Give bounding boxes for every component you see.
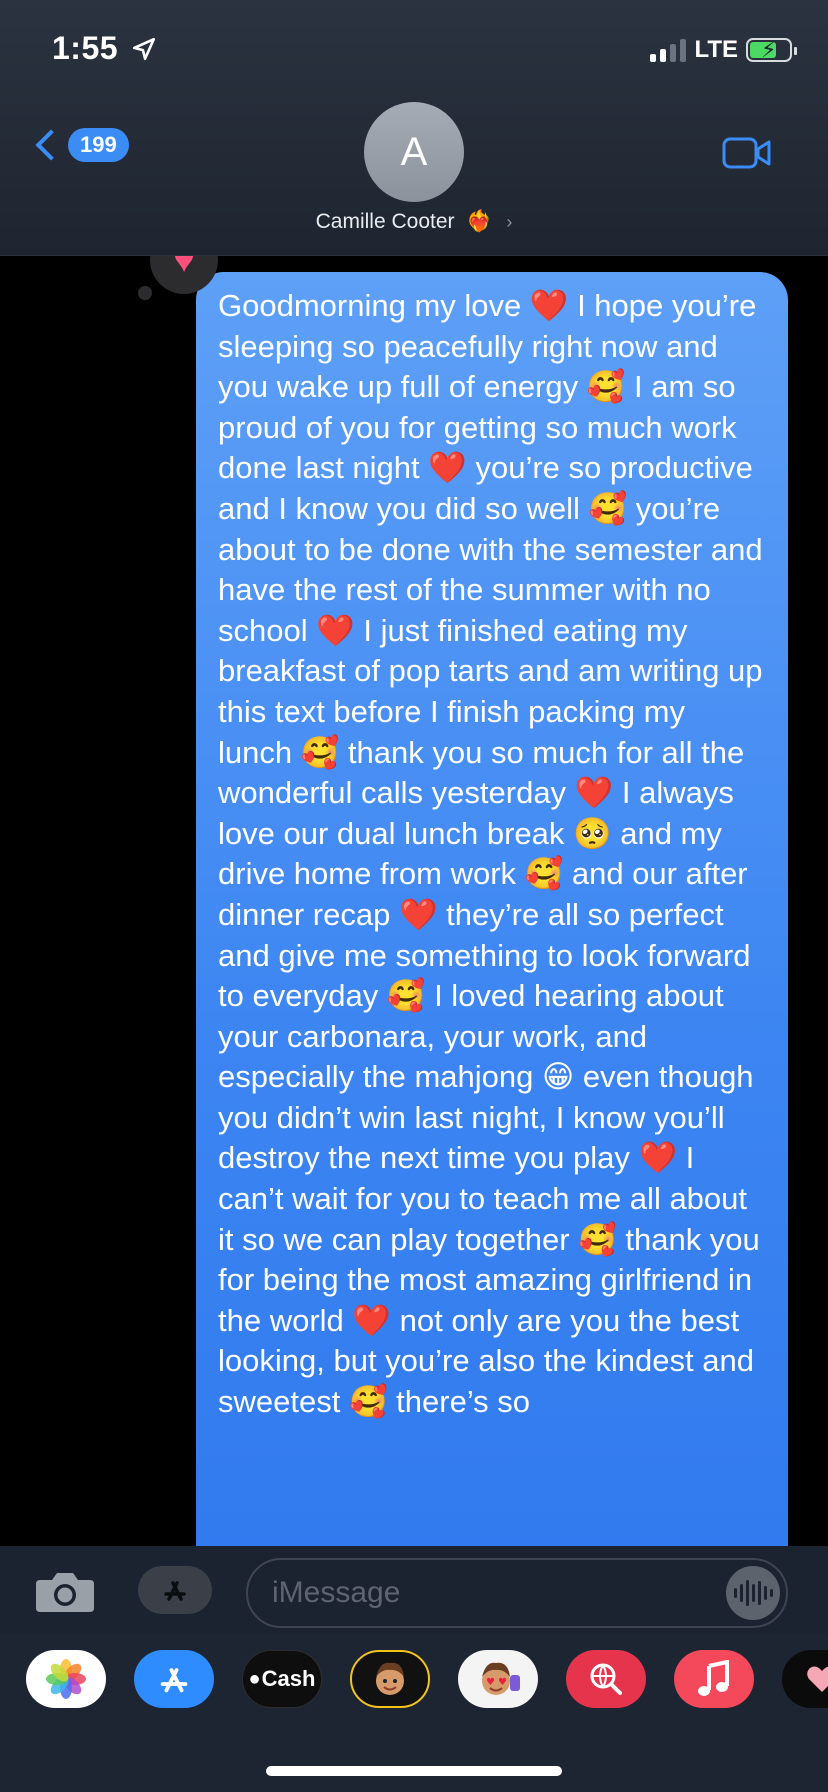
imessage-app-drawer: ● Cash ♥ ♥	[0, 1634, 828, 1792]
heart-on-fire-emoji: ❤️‍🔥	[466, 210, 493, 233]
app-store-app-button[interactable]	[134, 1650, 214, 1708]
contact-avatar[interactable]: A	[364, 102, 464, 202]
app-store-icon	[164, 1581, 186, 1601]
memoji-face-icon	[376, 1662, 404, 1695]
memoji-stickers-app-button[interactable]: ♥ ♥	[458, 1650, 538, 1708]
app-store-icon	[160, 1668, 188, 1693]
avatar-initial: A	[400, 129, 428, 174]
apple-cash-app-button[interactable]: ● Cash	[242, 1650, 322, 1708]
message-input-bar	[0, 1546, 828, 1634]
conversation-header: 1:55 LTE ⚡ 199 A Camille Cooter ❤️‍🔥 ›	[0, 0, 828, 256]
apps-button[interactable]	[138, 1566, 212, 1614]
heart-icon: ♥	[173, 256, 195, 280]
photos-flower-icon	[46, 1659, 86, 1699]
photos-app-button[interactable]	[26, 1650, 106, 1708]
heart-sticker-icon	[807, 1666, 828, 1692]
home-indicator[interactable]	[266, 1766, 562, 1776]
image-search-app-button[interactable]	[566, 1650, 646, 1708]
chevron-left-icon	[35, 129, 67, 161]
cash-label: Cash	[261, 1666, 316, 1691]
memoji-app-button[interactable]	[350, 1650, 430, 1708]
globe-search-icon	[590, 1663, 622, 1695]
charging-bolt-icon: ⚡	[761, 37, 777, 62]
status-time: 1:55	[52, 30, 157, 67]
tapback-tail	[138, 286, 152, 300]
video-camera-icon[interactable]	[722, 136, 772, 170]
sent-message-bubble[interactable]: Goodmorning my love ❤️ I hope you’re sle…	[196, 272, 788, 1546]
camera-icon[interactable]	[34, 1568, 96, 1614]
location-arrow-icon	[133, 37, 156, 61]
svg-text:♥: ♥	[486, 1677, 495, 1688]
svg-text:♥: ♥	[498, 1677, 507, 1688]
apple-logo-icon: ●	[248, 1667, 261, 1690]
memoji-heart-eyes-icon: ♥ ♥	[482, 1662, 520, 1695]
contact-name: Camille Cooter	[315, 210, 455, 233]
status-time-text: 1:55	[52, 30, 119, 66]
message-text: Goodmorning my love ❤️ I hope you’re sle…	[218, 288, 763, 1420]
unread-count-badge: 199	[68, 128, 129, 162]
conversation-area[interactable]: Goodmorning my love ❤️ I hope you’re sle…	[0, 256, 828, 1546]
network-type: LTE	[694, 36, 738, 63]
cellular-signal-icon	[650, 38, 687, 62]
battery-icon: ⚡	[746, 37, 797, 62]
more-apps-button[interactable]	[782, 1650, 828, 1708]
audio-message-button[interactable]	[726, 1566, 780, 1620]
music-note-icon	[698, 1660, 729, 1696]
back-button[interactable]: 199	[30, 128, 129, 162]
music-app-button[interactable]	[674, 1650, 754, 1708]
chevron-right-icon: ›	[506, 212, 513, 232]
imessage-input[interactable]	[246, 1558, 788, 1628]
contact-name-button[interactable]: Camille Cooter ❤️‍🔥 ›	[0, 210, 828, 234]
status-indicators: LTE ⚡	[650, 36, 797, 64]
